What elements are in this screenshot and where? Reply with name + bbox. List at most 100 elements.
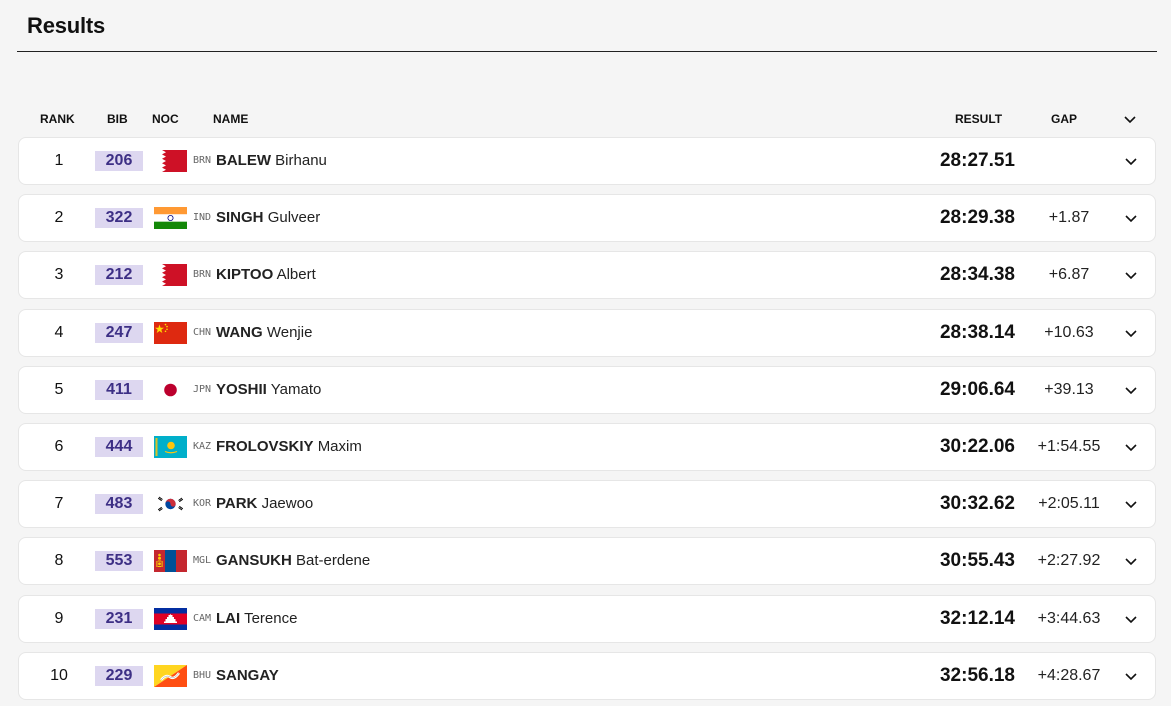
noc-code: KOR [193, 498, 212, 510]
rank-cell: 1 [54, 152, 64, 169]
gap-time: +2:27.92 [1037, 552, 1101, 570]
bib-badge: 212 [95, 265, 143, 286]
athlete-name[interactable]: BALEW Birhanu [216, 138, 327, 184]
noc-code: IND [193, 212, 212, 224]
athlete-last-name: PARK [216, 495, 258, 513]
bib-badge: 247 [95, 322, 143, 343]
athlete-name[interactable]: FROLOVSKIY Maxim [216, 424, 362, 470]
rank-cell: 2 [54, 209, 64, 227]
chevron-down-icon[interactable] [1123, 438, 1139, 456]
flag-icon [154, 207, 187, 230]
athlete-name[interactable]: PARK Jaewoo [216, 481, 313, 527]
athlete-first-name: Jaewoo [261, 495, 314, 513]
rank-cell: 7 [54, 495, 64, 513]
bib-badge: 483 [95, 494, 143, 515]
noc-code: JPN [193, 383, 212, 395]
flag-icon [154, 150, 187, 172]
athlete-last-name: LAI [216, 609, 241, 627]
chevron-down-icon[interactable] [1123, 209, 1139, 227]
athlete-last-name: YOSHII [216, 380, 267, 398]
flag-icon [154, 321, 187, 344]
result-time: 28:34.38 [939, 264, 1015, 286]
gap-time: +1:54.55 [1037, 437, 1101, 455]
rank-cell: 10 [50, 666, 68, 684]
flag-icon [154, 264, 187, 287]
header-name: NAME [213, 112, 249, 126]
chevron-down-icon[interactable] [1123, 552, 1139, 570]
bib-badge: 206 [95, 151, 143, 171]
chevron-down-icon[interactable] [1123, 381, 1139, 399]
table-row[interactable]: 8 553 MGL GANSUKH Bat-erdene 30:55.43 +2… [18, 537, 1156, 586]
table-row[interactable]: 10 229 BHU SANGAY 32:56.18 +4:28.67 [18, 651, 1156, 700]
athlete-first-name: Birhanu [275, 152, 327, 169]
table-row[interactable]: 7 483 KOR PARK Jaewoo 30:32.62 +2:05.11 [18, 480, 1156, 529]
noc-code: KAZ [193, 440, 212, 452]
athlete-first-name: Albert [276, 266, 316, 284]
result-time: 30:22.06 [939, 435, 1015, 457]
flag-icon [154, 607, 187, 630]
rank-cell: 4 [54, 323, 64, 341]
chevron-down-icon[interactable] [1123, 667, 1139, 685]
rank-cell: 3 [54, 266, 64, 284]
noc-code: MGL [193, 555, 212, 567]
result-time: 28:27.51 [939, 150, 1015, 171]
flag-icon [154, 435, 187, 458]
athlete-last-name: WANG [216, 323, 263, 341]
result-time: 32:56.18 [939, 664, 1015, 686]
chevron-down-icon[interactable] [1123, 324, 1139, 342]
noc-code: CAM [193, 612, 212, 624]
athlete-first-name: Terence [244, 609, 298, 627]
results-list: 1 206 BRN BALEW Birhanu 28:27.51 2 322 I… [18, 137, 1156, 706]
athlete-last-name: KIPTOO [216, 266, 274, 284]
gap-time: +4:28.67 [1037, 666, 1101, 684]
table-row[interactable]: 3 212 BRN KIPTOO Albert 28:34.38 +6.87 [18, 251, 1156, 300]
athlete-first-name: Gulveer [267, 209, 321, 227]
flag-icon [154, 664, 187, 687]
table-row[interactable]: 1 206 BRN BALEW Birhanu 28:27.51 [18, 137, 1156, 185]
chevron-down-icon[interactable] [1122, 110, 1138, 128]
table-row[interactable]: 4 247 CHN WANG Wenjie 28:38.14 +10.63 [18, 308, 1156, 357]
athlete-name[interactable]: YOSHII Yamato [216, 367, 321, 413]
header-result: RESULT [955, 112, 1003, 126]
chevron-down-icon[interactable] [1123, 610, 1139, 628]
table-header: RANK BIB NOC NAME RESULT GAP [18, 110, 1156, 130]
chevron-down-icon[interactable] [1123, 152, 1139, 170]
table-row[interactable]: 2 322 IND SINGH Gulveer 28:29.38 +1.87 [18, 194, 1156, 243]
gap-time: +10.63 [1044, 323, 1094, 341]
athlete-last-name: FROLOVSKIY [216, 437, 314, 455]
bib-badge: 229 [95, 665, 143, 686]
athlete-name[interactable]: KIPTOO Albert [216, 252, 316, 298]
noc-code: CHN [193, 326, 212, 338]
header-bib: BIB [107, 112, 128, 126]
athlete-last-name: GANSUKH [216, 552, 292, 570]
athlete-last-name: SANGAY [216, 666, 279, 684]
table-row[interactable]: 5 411 JPN YOSHII Yamato 29:06.64 +39.13 [18, 365, 1156, 414]
athlete-first-name: Wenjie [266, 323, 313, 341]
bib-badge: 231 [95, 608, 143, 629]
bib-badge: 444 [95, 436, 143, 457]
result-time: 30:32.62 [939, 493, 1015, 515]
table-row[interactable]: 9 231 CAM LAI Terence 32:12.14 +3:44.63 [18, 594, 1156, 643]
chevron-down-icon[interactable] [1123, 266, 1139, 284]
athlete-name[interactable]: SINGH Gulveer [216, 195, 320, 241]
athlete-name[interactable]: GANSUKH Bat-erdene [216, 538, 370, 584]
header-rank: RANK [40, 112, 75, 126]
header-gap: GAP [1051, 112, 1078, 126]
noc-code: BRN [193, 269, 212, 281]
flag-icon [154, 493, 187, 516]
athlete-name[interactable]: SANGAY [216, 653, 279, 699]
page-title: Results [27, 13, 106, 38]
athlete-name[interactable]: WANG Wenjie [216, 310, 312, 356]
gap-time: +6.87 [1048, 266, 1090, 284]
flag-icon [154, 550, 187, 573]
athlete-name[interactable]: LAI Terence [216, 596, 297, 642]
bib-badge: 553 [95, 551, 143, 572]
table-row[interactable]: 6 444 KAZ FROLOVSKIY Maxim 30:22.06 +1:5… [18, 422, 1156, 471]
chevron-down-icon[interactable] [1123, 495, 1139, 513]
header-noc: NOC [152, 112, 179, 126]
athlete-last-name: BALEW [216, 152, 271, 169]
gap-time: +39.13 [1044, 380, 1094, 398]
noc-code: BRN [193, 155, 212, 166]
gap-time: +1.87 [1048, 209, 1090, 227]
athlete-last-name: SINGH [216, 209, 264, 227]
